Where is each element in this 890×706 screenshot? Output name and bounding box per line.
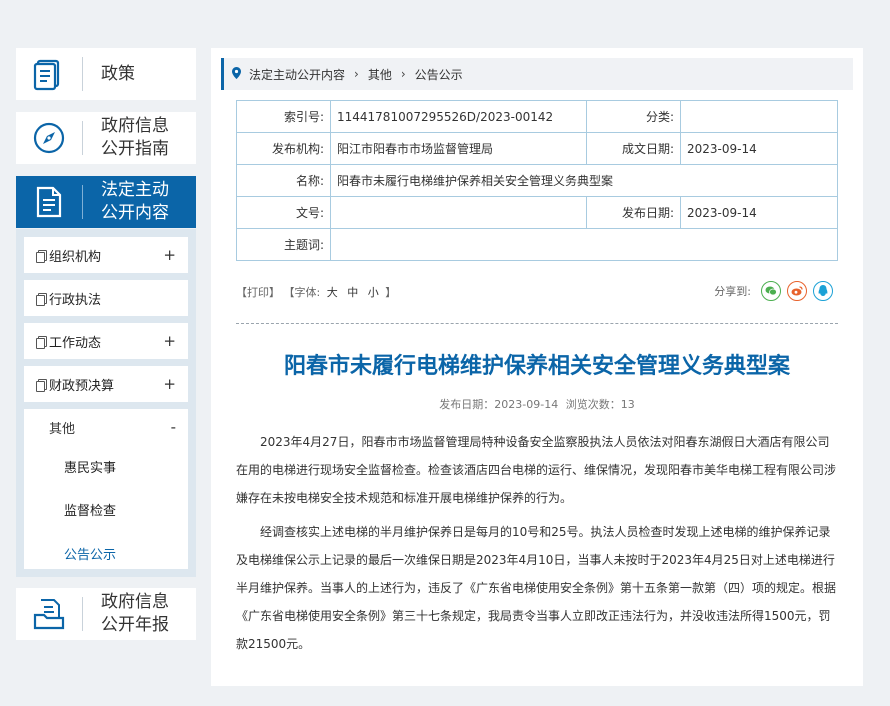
breadcrumb: 法定主动公开内容 › 其他 › 公告公示 [221,58,853,90]
article-title: 阳春市未履行电梯维护保养相关安全管理义务典型案 [283,354,790,379]
sidebar-active-label: 法定主动 公开内容 [83,179,169,225]
collapse-toggle[interactable]: - [171,418,176,436]
breadcrumb-item[interactable]: 公告公示 [415,66,463,83]
guide-line-2: 公开指南 [101,139,169,159]
menu-label: 财政预决算 [49,378,115,394]
docno-label: 文号: [236,196,331,229]
divider-dashed [236,323,838,324]
table-row: 名称: 阳春市未履行电梯维护保养相关安全管理义务典型案 [236,164,838,197]
menu-item-org[interactable]: 组织机构 + [24,237,188,273]
menu-label: 其他 [49,421,76,437]
table-row: 索引号: 11441781007295526D/2023-00142 分类: [236,100,838,133]
font-large-button[interactable]: 大 [327,286,338,299]
book-icon [16,48,82,100]
index-label: 索引号: [236,100,331,133]
category-label: 分类: [586,100,681,133]
index-value: 11441781007295526D/2023-00142 [330,100,587,133]
guide-line-1: 政府信息 [101,116,169,136]
font-medium-button[interactable]: 中 [347,286,358,299]
expand-toggle[interactable]: + [163,375,176,393]
doc-icon [36,249,47,263]
publisher-label: 发布机构: [236,132,331,165]
sidebar-guide-label: 政府信息 公开指南 [83,115,169,161]
sidebar-annual-report[interactable]: 政府信息 公开年报 [16,588,196,640]
publish-date: 发布日期：2023-09-14 [439,398,559,411]
name-value: 阳春市未履行电梯维护保养相关安全管理义务典型案 [330,164,838,197]
chevron-right-icon: › [354,67,359,81]
chevron-right-icon: › [400,67,406,81]
font-size-label: 【字体: [283,286,321,299]
doc-icon [36,335,47,349]
article-paragraph-2: 经调查核实上述电梯的半月维护保养日是每月的10号和25号。执法人员检查时发现上述… [236,525,837,651]
name-label: 名称: [236,164,331,197]
sidebar-annual-label: 政府信息 公开年报 [83,591,169,637]
font-small-button[interactable]: 小 [368,286,379,299]
article-tools: 【打印】 【字体: 大 中 小 】 [236,284,396,300]
font-size-bracket: 】 [385,286,397,299]
annual-line-2: 公开年报 [101,615,169,635]
subject-value [330,228,838,261]
created-date-label: 成文日期: [586,132,681,165]
print-button[interactable]: 【打印】 [236,286,280,299]
wechat-share-icon[interactable] [761,281,781,301]
submenu-panel: 组织机构 + 行政执法 工作动态 + 财政预决算 + 其他 - 惠民实事 监督检… [16,229,196,577]
submenu-item-inspection[interactable]: 监督检查 [64,500,116,519]
main-content: 法定主动公开内容 › 其他 › 公告公示 索引号: 11441781007295… [211,48,863,686]
menu-label: 工作动态 [49,335,102,351]
active-line-2: 公开内容 [101,203,169,223]
qq-share-icon[interactable] [813,281,833,301]
compass-icon [16,112,82,164]
share-label: 分享到: [714,285,751,298]
pubdate-value: 2023-09-14 [680,196,838,229]
menu-label: 组织机构 [49,249,102,265]
active-line-1: 法定主动 [101,180,169,200]
menu-item-budget[interactable]: 财政预决算 + [24,366,188,402]
breadcrumb-item[interactable]: 法定主动公开内容 [249,66,345,83]
menu-item-other-header[interactable]: 其他 - [24,409,188,445]
menu-label: 行政执法 [49,292,102,308]
publisher-value: 阳江市阳春市市场监督管理局 [330,132,587,165]
sidebar-policy-label: 政策 [101,63,135,84]
metadata-table: 索引号: 11441781007295526D/2023-00142 分类: 发… [236,100,838,261]
article-paragraph-1: 2023年4月27日，阳春市市场监督管理局特种设备安全监察股执法人员依法对阳春东… [236,435,837,505]
doc-icon [36,422,46,433]
pubdate-label: 发布日期: [586,196,681,229]
docno-value [330,196,587,229]
category-value [680,100,838,133]
menu-item-news[interactable]: 工作动态 + [24,323,188,359]
submenu-item-benefits[interactable]: 惠民实事 [64,457,116,476]
expand-toggle[interactable]: + [163,246,176,264]
menu-item-enforcement[interactable]: 行政执法 [24,280,188,316]
annual-line-1: 政府信息 [101,592,169,612]
breadcrumb-item[interactable]: 其他 [368,66,392,83]
table-row: 主题词: [236,228,838,261]
share-bar: 分享到: [714,281,833,301]
subject-label: 主题词: [236,228,331,261]
expand-toggle[interactable]: + [163,332,176,350]
sidebar-policy[interactable]: 政策 [16,48,196,100]
submenu-item-notices[interactable]: 公告公示 [64,544,116,563]
doc-icon [36,378,47,392]
menu-item-other: 其他 - 惠民实事 监督检查 公告公示 [24,409,188,569]
document-icon [16,176,82,228]
view-count: 浏览次数：13 [565,398,635,411]
location-pin-icon [232,66,241,82]
sidebar-guide[interactable]: 政府信息 公开指南 [16,112,196,164]
sidebar-statutory-content[interactable]: 法定主动 公开内容 [16,176,196,228]
table-row: 文号: 发布日期: 2023-09-14 [236,196,838,229]
table-row: 发布机构: 阳江市阳春市市场监督管理局 成文日期: 2023-09-14 [236,132,838,165]
weibo-share-icon[interactable] [787,281,807,301]
folder-document-icon [16,588,82,640]
created-date-value: 2023-09-14 [680,132,838,165]
article-info: 发布日期：2023-09-14 浏览次数：13 [211,396,863,412]
doc-icon [36,292,47,306]
